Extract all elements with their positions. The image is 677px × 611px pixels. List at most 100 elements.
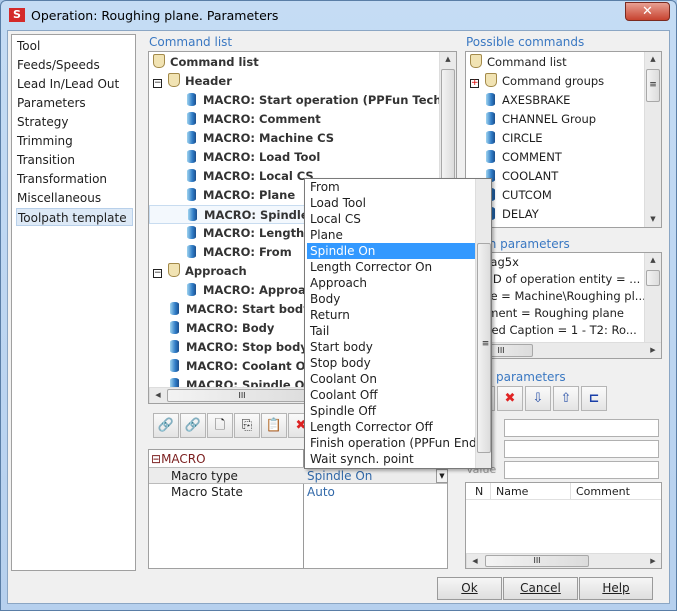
tree-item[interactable]: MACRO: Load Tool: [187, 148, 320, 167]
tree-item[interactable]: MACRO: Start body: [170, 300, 311, 319]
tree-item[interactable]: MACRO: Comment: [187, 110, 321, 129]
macro-icon: [187, 131, 196, 144]
column-name[interactable]: Name: [496, 485, 528, 498]
delete-parameter-button[interactable]: ✖: [497, 386, 523, 411]
operation-parameters-list[interactable]: lasked Caption = 1 - T2: Ro... omment = R…: [465, 252, 662, 359]
nav-item-tool[interactable]: Tool: [16, 37, 133, 55]
parameter-name-input[interactable]: [504, 419, 659, 437]
tree-item[interactable]: MACRO: Coolant Off: [170, 357, 315, 376]
move-up-button[interactable]: ⇧: [553, 386, 579, 411]
list-icon-button[interactable]: ⊏: [581, 386, 607, 411]
copy-button[interactable]: ⎘: [234, 413, 260, 438]
tree-item-label: MACRO: Start body: [186, 302, 311, 316]
parameter-item[interactable]: lame = Machine\Roughing pl...: [469, 288, 646, 305]
dropdown-option[interactable]: Local CS: [307, 211, 475, 227]
command-item[interactable]: COMMENT: [486, 148, 562, 167]
tree-item[interactable]: MACRO: Machine CS: [187, 129, 334, 148]
tree-item[interactable]: MACRO: From: [187, 243, 292, 262]
macro-type-value[interactable]: Spindle On: [307, 469, 372, 483]
expand-icon[interactable]: +: [470, 79, 479, 88]
possible-commands-tree[interactable]: DELAY CUTCOM COOLANT COMMENT CIRCLE CHANNEL G…: [465, 51, 662, 228]
tree-item[interactable]: − Approach: [153, 262, 247, 281]
horizontal-scrollbar[interactable]: III ▶: [466, 342, 661, 358]
command-item[interactable]: + Command groups: [470, 72, 604, 91]
dropdown-option[interactable]: Stop body: [307, 355, 475, 371]
tree-item[interactable]: MACRO: Body: [170, 319, 274, 338]
tree-item[interactable]: MACRO: Local CS: [187, 167, 314, 186]
nav-item-strategy[interactable]: Strategy: [16, 113, 133, 131]
tree-item[interactable]: MACRO: Start operation (PPFun TechInf...: [187, 91, 456, 110]
tree-item[interactable]: − Header: [153, 72, 232, 91]
command-item[interactable]: DELAY: [486, 205, 539, 224]
nav-list: Tool Feeds/Speeds Lead In/Lead Out Paramete…: [11, 34, 136, 571]
command-item[interactable]: Command list: [470, 53, 567, 72]
command-item[interactable]: CHANNEL Group: [486, 110, 596, 129]
new-button[interactable]: 🗋: [207, 413, 233, 438]
parameter-item[interactable]: lasked Caption = 1 - T2: Ro...: [469, 322, 637, 339]
tree-item[interactable]: MACRO: Stop body: [170, 338, 308, 357]
dropdown-option[interactable]: Spindle On: [307, 243, 475, 259]
vertical-scrollbar[interactable]: ▲ ≡ ▼: [644, 52, 661, 227]
add-command-button[interactable]: 🔗: [153, 413, 179, 438]
help-button[interactable]: Help: [579, 577, 653, 600]
dropdown-option[interactable]: Length Corrector Off: [307, 419, 475, 435]
close-button[interactable]: ✕: [625, 2, 670, 21]
nav-item-transition[interactable]: Transition: [16, 151, 133, 169]
parameter-value-input[interactable]: [504, 461, 659, 479]
nav-item-transformation[interactable]: Transformation: [16, 170, 133, 188]
collapse-icon[interactable]: −: [153, 79, 162, 88]
dropdown-option[interactable]: Approach: [307, 275, 475, 291]
column-comment[interactable]: Comment: [576, 485, 630, 498]
macro-type-dropdown[interactable]: Wait synch. point Finish operation (PPFun…: [304, 178, 492, 469]
command-item[interactable]: COOLANT: [486, 167, 558, 186]
dropdown-option[interactable]: Finish operation (PPFun EndTe: [307, 435, 475, 451]
tree-item[interactable]: MACRO: Approach: [187, 281, 321, 300]
dropdown-option[interactable]: Body: [307, 291, 475, 307]
collapse-icon[interactable]: −: [153, 269, 162, 278]
parameter-item[interactable]: omment = Roughing plane: [469, 305, 624, 322]
column-n[interactable]: N: [475, 485, 483, 498]
dropdown-option[interactable]: Length Corrector On: [307, 259, 475, 275]
dropdown-option[interactable]: Coolant Off: [307, 387, 475, 403]
nav-item-toolpath-template[interactable]: Toolpath template: [16, 208, 133, 226]
move-down-button[interactable]: ⇩: [525, 386, 551, 411]
tree-item-label: Header: [185, 74, 232, 88]
paste-button[interactable]: 📋: [261, 413, 287, 438]
app-logo-icon: S: [9, 8, 25, 22]
nav-item-lead-in-lead-out[interactable]: Lead In/Lead Out: [16, 75, 133, 93]
parameter-item[interactable]: nic ID of operation entity = ...: [469, 271, 640, 288]
chevron-down-icon[interactable]: ▼: [436, 469, 448, 483]
cancel-button[interactable]: Cancel: [503, 577, 578, 600]
dropdown-option[interactable]: Load Tool: [307, 195, 475, 211]
parameter-type-input[interactable]: [504, 440, 659, 458]
dropdown-option[interactable]: Return: [307, 307, 475, 323]
dropdown-option[interactable]: Spindle Off: [307, 403, 475, 419]
dropdown-option[interactable]: Start body: [307, 339, 475, 355]
command-item[interactable]: CUTCOM: [486, 186, 552, 205]
dropdown-option[interactable]: From: [307, 179, 475, 195]
tree-item[interactable]: MACRO: Plane: [187, 186, 295, 205]
horizontal-scrollbar[interactable]: ◀ III ▶: [466, 553, 661, 568]
macro-group-header[interactable]: ⊟MACRO: [151, 452, 206, 466]
table-header: N Name Comment: [466, 483, 661, 500]
dropdown-option[interactable]: Plane: [307, 227, 475, 243]
macro-icon: [187, 150, 196, 163]
dropdown-option[interactable]: Coolant On: [307, 371, 475, 387]
command-item[interactable]: AXESBRAKE: [486, 91, 570, 110]
nav-item-trimming[interactable]: Trimming: [16, 132, 133, 150]
nav-item-miscellaneous[interactable]: Miscellaneous: [16, 189, 133, 207]
ok-button[interactable]: Ok: [437, 577, 502, 600]
dropdown-option[interactable]: Tail: [307, 323, 475, 339]
tree-item[interactable]: Command list: [153, 53, 259, 72]
command-item-label: DELAY: [502, 207, 539, 221]
vertical-scrollbar[interactable]: ▲≡▼: [475, 179, 491, 468]
macro-state-value[interactable]: Auto: [307, 485, 335, 499]
nav-item-parameters[interactable]: Parameters: [16, 94, 133, 112]
dropdown-option[interactable]: Wait synch. point: [307, 451, 475, 467]
command-item[interactable]: CIRCLE: [486, 129, 543, 148]
nav-item-feeds-speeds[interactable]: Feeds/Speeds: [16, 56, 133, 74]
macro-type-row[interactable]: Macro type Spindle On ▼: [149, 467, 448, 484]
vertical-scrollbar[interactable]: ▲: [644, 253, 661, 342]
add-group-button[interactable]: 🔗: [180, 413, 206, 438]
tree-item-label: MACRO: Plane: [203, 188, 296, 202]
